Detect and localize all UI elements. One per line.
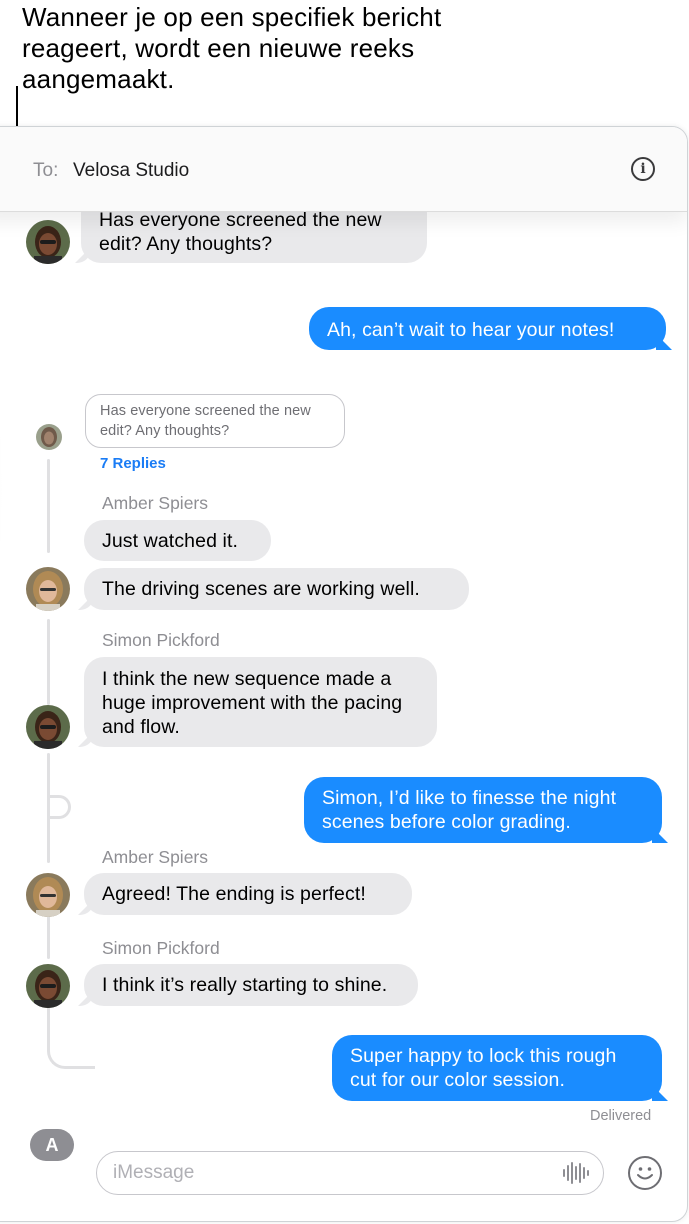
thread-line [47, 459, 50, 553]
thread-branch [47, 795, 71, 819]
sender-name: Amber Spiers [102, 493, 209, 513]
thread-line [47, 619, 50, 705]
message-bubble-outgoing[interactable]: Ah, can’t wait to hear your notes! [309, 307, 666, 350]
message-bubble[interactable]: Just watched it. [84, 520, 271, 561]
avatar-simon[interactable] [26, 220, 70, 264]
app-store-icon[interactable]: A [30, 1129, 74, 1161]
message-bubble[interactable]: I think the new sequence made a huge imp… [84, 657, 437, 747]
window-shadow [0, 330, 2, 650]
avatar-simon[interactable] [26, 964, 70, 1008]
message-bubble-outgoing[interactable]: Super happy to lock this rough cut for o… [332, 1035, 662, 1101]
message-input-placeholder: iMessage [113, 1162, 195, 1183]
message-bubble[interactable]: Agreed! The ending is perfect! [84, 873, 412, 915]
info-icon[interactable]: i [631, 157, 655, 181]
sender-name: Simon Pickford [102, 938, 220, 958]
to-label: To: [33, 160, 59, 181]
avatar-amber[interactable] [26, 567, 70, 611]
sender-name: Simon Pickford [102, 630, 220, 650]
message-bubble[interactable]: I think it’s really starting to shine. [84, 964, 418, 1006]
message-bubble-outgoing[interactable]: Simon, I’d like to finesse the night sce… [304, 777, 662, 843]
avatar-amber[interactable] [26, 873, 70, 917]
message-input[interactable]: iMessage [96, 1151, 604, 1195]
avatar-simon[interactable] [26, 705, 70, 749]
waveform-icon[interactable] [561, 1161, 591, 1185]
replies-link[interactable]: 7 Replies [100, 455, 166, 472]
thread-line [47, 1005, 50, 1037]
messages-window: To: Velosa Studio i Has everyone screene… [0, 126, 688, 1222]
emoji-icon[interactable] [628, 1156, 662, 1190]
message-bubble[interactable]: The driving scenes are working well. [84, 568, 469, 610]
sender-name: Amber Spiers [102, 847, 209, 867]
recipient-name[interactable]: Velosa Studio [73, 160, 189, 182]
conversation-header: To: Velosa Studio i [0, 127, 687, 212]
avatar-simon-small[interactable] [36, 424, 62, 450]
screenshot: Wanneer je op een specifiek bericht reag… [0, 0, 689, 1224]
callout-text: Wanneer je op een specifiek bericht reag… [22, 2, 442, 94]
delivered-status: Delivered [590, 1108, 652, 1124]
thread-end [47, 1035, 95, 1069]
thread-origin-bubble[interactable]: Has everyone screened the new edit? Any … [85, 394, 345, 448]
